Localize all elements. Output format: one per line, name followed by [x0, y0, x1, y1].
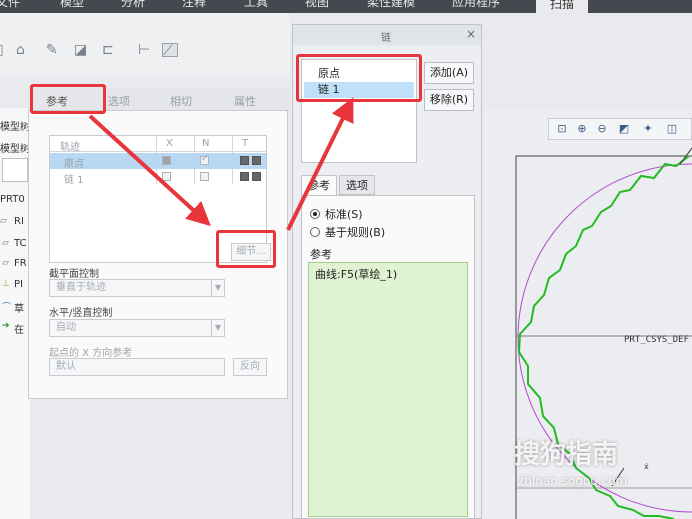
arrow-to-details — [88, 114, 211, 227]
watermark-brand: 搜狗指南 — [514, 440, 619, 470]
watermark-url: zhinan.sogou.com — [518, 474, 628, 488]
arrow-to-chain — [286, 97, 354, 231]
watermark: 搜狗指南 zhinan.sogou.com — [514, 434, 692, 490]
